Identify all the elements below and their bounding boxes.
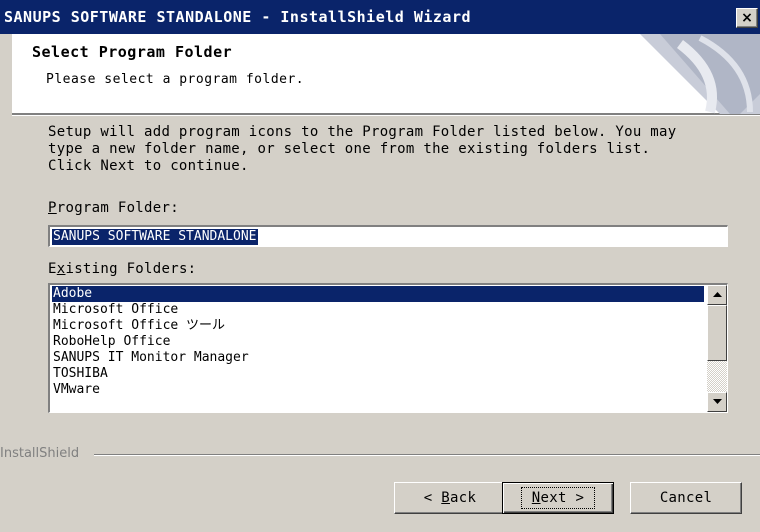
program-folder-mnemonic: P [48, 200, 57, 216]
wizard-header-panel: Select Program Folder Please select a pr… [12, 34, 760, 114]
existing-folders-label-text: isting Folders: [65, 261, 197, 277]
back-button-label: < Back [424, 490, 476, 506]
next-button[interactable]: Next > [502, 482, 614, 514]
program-folder-label-text: rogram Folder: [56, 200, 179, 216]
list-item[interactable]: VMware [52, 382, 704, 398]
list-item[interactable]: Microsoft Office [52, 302, 704, 318]
down-arrow-icon [712, 399, 722, 404]
window-title: SANUPS SOFTWARE STANDALONE - InstallShie… [4, 8, 472, 26]
header-graphic [640, 34, 760, 114]
page-subtitle: Please select a program folder. [46, 72, 305, 87]
up-arrow-icon [712, 292, 722, 297]
existing-folders-label: Existing Folders: [48, 261, 196, 277]
scrollbar-thumb[interactable] [707, 305, 727, 361]
list-item[interactable]: SANUPS IT Monitor Manager [52, 350, 704, 366]
program-folder-value: SANUPS SOFTWARE STANDALONE [52, 229, 258, 245]
scroll-down-button[interactable] [707, 392, 727, 412]
vertical-scrollbar[interactable] [707, 285, 727, 412]
list-item[interactable]: Microsoft Office ツール [52, 318, 704, 334]
list-item[interactable]: TOSHIBA [52, 366, 704, 382]
installshield-wizard-window: SANUPS SOFTWARE STANDALONE - InstallShie… [0, 0, 760, 532]
existing-folders-list[interactable]: Adobe Microsoft Office Microsoft Office … [48, 283, 728, 413]
header-divider [12, 114, 760, 116]
next-label-rest: ext > [540, 490, 585, 506]
close-icon: × [741, 10, 753, 26]
next-button-label: Next > [520, 487, 596, 509]
next-mnemonic: N [531, 490, 541, 506]
scroll-up-button[interactable] [707, 285, 727, 305]
cancel-button[interactable]: Cancel [630, 482, 742, 514]
program-folder-label: Program Folder: [48, 200, 179, 216]
program-folder-input[interactable]: SANUPS SOFTWARE STANDALONE [48, 225, 728, 247]
back-button[interactable]: < Back [394, 482, 506, 514]
header-left-margin [0, 34, 12, 116]
existing-folders-label-pre: E [48, 261, 57, 277]
list-item[interactable]: RoboHelp Office [52, 334, 704, 350]
page-title: Select Program Folder [32, 43, 233, 61]
title-bar[interactable]: SANUPS SOFTWARE STANDALONE - InstallShie… [0, 0, 760, 34]
existing-folders-items: Adobe Microsoft Office Microsoft Office … [52, 286, 704, 398]
installshield-brand-label: InstallShield [0, 446, 80, 461]
footer-divider [94, 454, 760, 456]
back-label-rest: ack [450, 490, 477, 506]
back-mnemonic: B [441, 490, 450, 506]
list-item[interactable]: Adobe [52, 286, 704, 302]
back-arrow-text: < [423, 490, 442, 506]
close-button[interactable]: × [736, 8, 758, 28]
instructions-text: Setup will add program icons to the Prog… [48, 124, 677, 174]
